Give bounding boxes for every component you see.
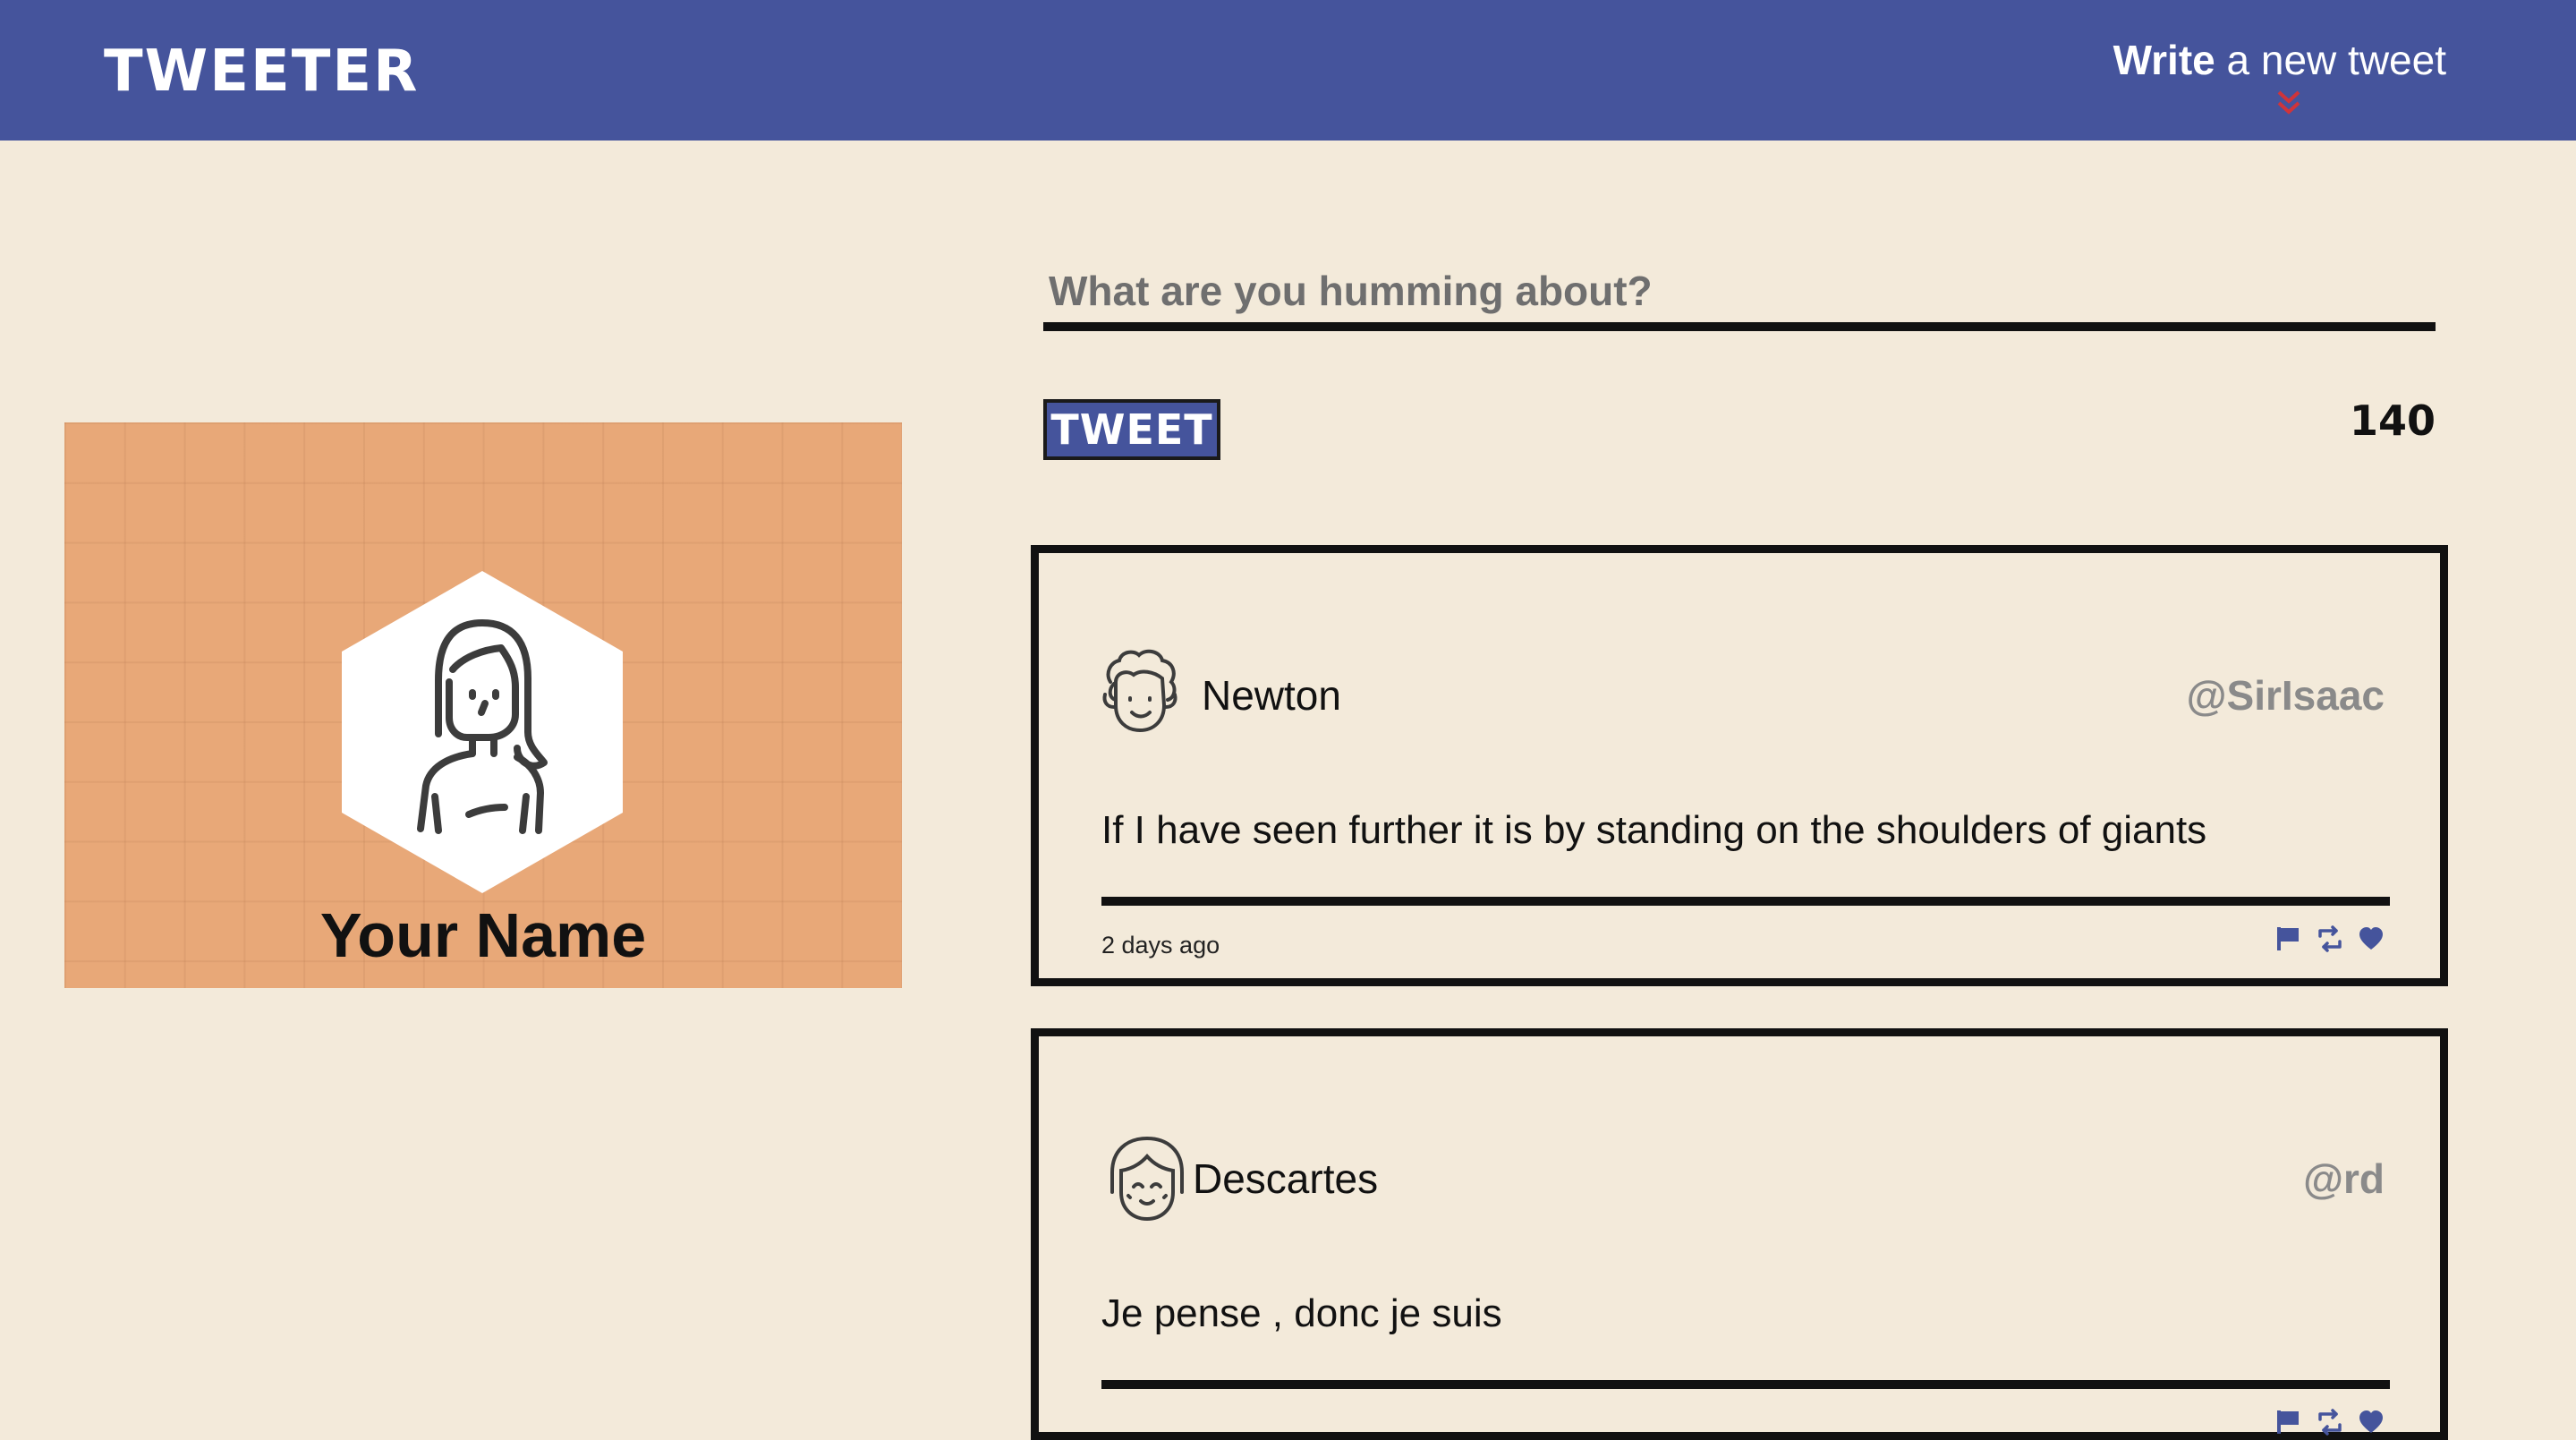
double-chevron-down-icon[interactable] xyxy=(2274,89,2304,119)
retweet-icon[interactable] xyxy=(2317,1409,2343,1436)
heart-icon[interactable] xyxy=(2358,925,2385,952)
tweet-card: Newton @SirIsaac If I have seen further … xyxy=(1031,545,2448,986)
woman-avatar-icon xyxy=(342,571,623,893)
bob-hair-avatar-icon xyxy=(1110,1136,1184,1222)
character-counter: 140 xyxy=(2349,396,2436,445)
tweet-author-name: Newton xyxy=(1202,672,1341,719)
tweet-author-handle[interactable]: @rd xyxy=(2303,1158,2385,1199)
tweet-divider xyxy=(1101,897,2390,906)
profile-card: Your Name xyxy=(64,422,902,988)
flag-icon[interactable] xyxy=(2275,1409,2302,1436)
tweet-author-name: Descartes xyxy=(1193,1155,1379,1202)
write-label: Write xyxy=(2113,37,2215,83)
write-new-tweet-toggle[interactable]: Write a new tweet xyxy=(2113,39,2446,81)
heart-icon[interactable] xyxy=(2358,1409,2385,1436)
tweet-divider xyxy=(1101,1380,2390,1389)
tweet-card: Descartes @rd Je pense , donc je suis xyxy=(1031,1028,2448,1440)
compose-tweet-input[interactable] xyxy=(1043,260,2436,331)
tweet-submit-button[interactable]: TWEET xyxy=(1043,399,1220,460)
flag-icon[interactable] xyxy=(2275,925,2302,952)
tweet-content: Je pense , donc je suis xyxy=(1101,1291,1502,1335)
tweet-content: If I have seen further it is by standing… xyxy=(1101,808,2207,852)
tweet-author-handle[interactable]: @SirIsaac xyxy=(2187,675,2385,716)
new-tweet-label: a new tweet xyxy=(2215,37,2447,83)
curly-hair-avatar-icon xyxy=(1102,649,1177,733)
top-navbar: TWEETER Write a new tweet xyxy=(0,0,2576,141)
tweet-timestamp: 2 days ago xyxy=(1101,932,1220,959)
brand-logo[interactable]: TWEETER xyxy=(104,43,419,100)
tweet-actions xyxy=(2275,925,2385,952)
profile-name: Your Name xyxy=(319,900,647,970)
tweet-actions xyxy=(2275,1409,2385,1436)
retweet-icon[interactable] xyxy=(2317,925,2343,952)
